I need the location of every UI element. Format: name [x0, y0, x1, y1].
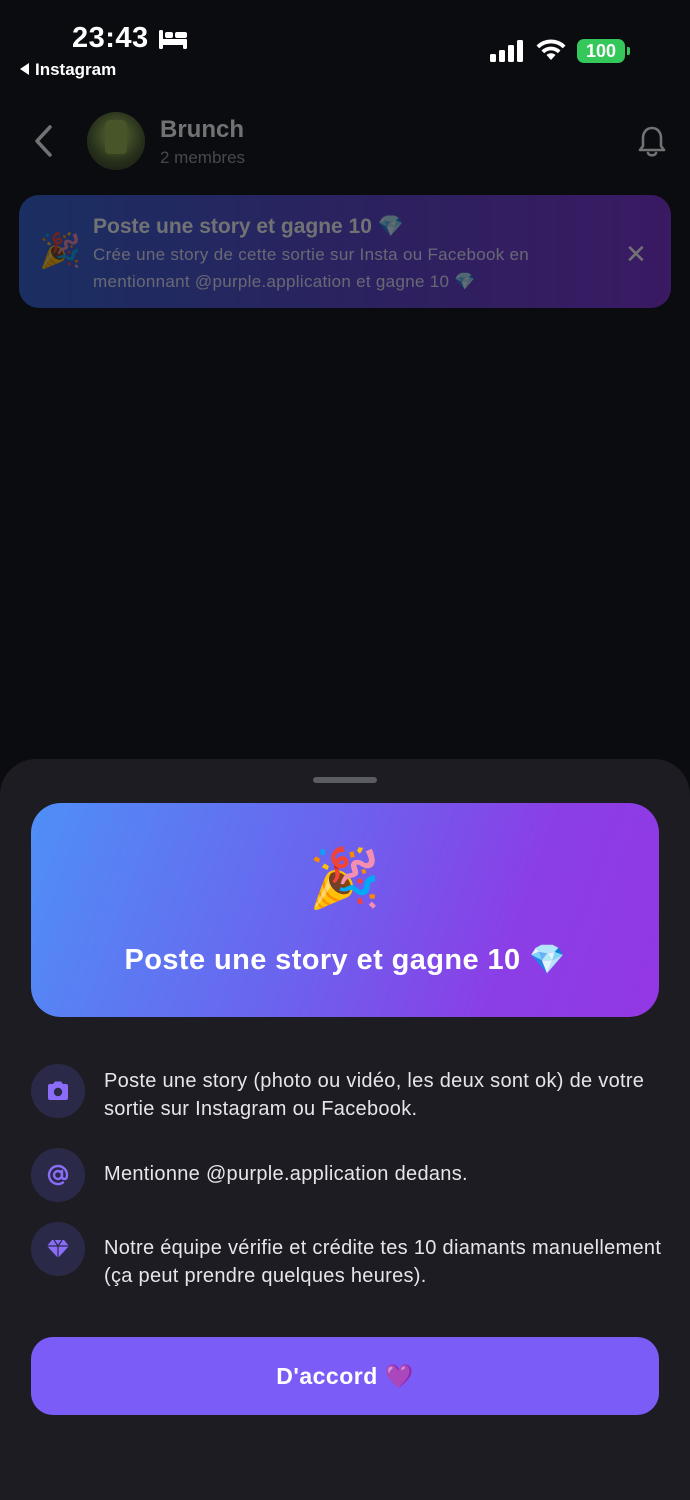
party-popper-icon: 🎉	[308, 846, 382, 911]
step-text: Poste une story (photo ou vidéo, les deu…	[104, 1070, 645, 1120]
chevron-left-icon[interactable]	[32, 124, 54, 158]
clock: 23:43	[72, 22, 149, 54]
back-to-app-link[interactable]: Instagram	[20, 60, 116, 80]
bell-icon[interactable]	[638, 126, 666, 158]
avatar[interactable]	[87, 112, 145, 170]
group-name[interactable]: Brunch	[160, 116, 244, 144]
bed-icon	[159, 30, 187, 49]
diamond-icon	[31, 1222, 85, 1276]
bottom-sheet: 🎉 Poste une story et gagne 10 💎 Poste un…	[0, 759, 690, 1500]
hero-card: 🎉 Poste une story et gagne 10 💎	[31, 803, 659, 1017]
step-text: Mentionne @purple.application dedans.	[104, 1163, 468, 1185]
party-popper-icon: 🎉	[39, 232, 82, 270]
battery-icon: 100	[577, 39, 630, 63]
chat-header: Brunch 2 membres	[0, 100, 690, 190]
at-sign-icon	[31, 1148, 85, 1202]
sheet-grabber[interactable]	[313, 777, 377, 783]
step-text: Notre équipe vérifie et crédite tes 10 d…	[104, 1237, 662, 1287]
status-bar: 23:43 Instagram 100	[0, 0, 690, 90]
accept-button[interactable]: D'accord 💜	[31, 1337, 659, 1415]
wifi-icon	[536, 39, 566, 60]
hero-title: Poste une story et gagne 10 💎	[124, 944, 566, 976]
close-icon[interactable]: ✕	[625, 239, 647, 270]
promo-banner[interactable]: 🎉 Poste une story et gagne 10 💎 Crée une…	[19, 195, 671, 308]
signal-icon	[490, 40, 523, 62]
promo-title: Poste une story et gagne 10 💎	[93, 215, 404, 238]
members-count: 2 membres	[160, 148, 246, 167]
back-triangle-icon	[20, 63, 29, 75]
promo-description: Crée une story de cette sortie sur Insta…	[93, 245, 530, 291]
camera-icon	[31, 1064, 85, 1118]
